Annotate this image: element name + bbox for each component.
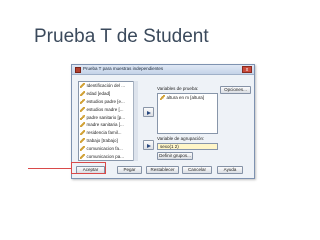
variable-label: madre sanitaria [... [86,122,124,128]
list-item[interactable]: padre sanitario [p... [79,113,137,121]
list-item[interactable]: trabajo [trabajo] [79,137,137,145]
variable-label: Identificación del ... [86,83,126,89]
ruler-scale-icon [160,95,165,100]
test-variables-label: Variables de prueba: [157,86,199,91]
ruler-scale-icon [80,137,85,143]
variable-label: residencia famil... [86,130,122,136]
variable-label: comunicacion fa... [86,145,123,151]
grouping-variable-field[interactable]: sexo(1 2) [157,143,218,150]
source-variable-list[interactable]: Identificación del ... edad [edad] estud… [78,81,138,161]
list-item[interactable]: estudios madre [... [79,105,137,113]
variable-label: estudios padre [e... [86,98,125,104]
list-item[interactable]: estudios padre [e... [79,98,137,106]
dialog-titlebar: Prueba T para muestras independientes x [72,65,254,75]
move-to-grouping-button[interactable] [143,140,154,150]
ruler-scale-icon [80,130,85,136]
close-icon[interactable]: x [242,66,252,73]
accept-highlight [71,162,106,174]
ruler-scale-icon [80,153,85,159]
test-variables-list[interactable]: altura en m [altura] [157,93,218,134]
slide-title: Prueba T de Student [34,26,209,47]
variable-label: comunicacion pa... [86,153,125,159]
callout-line [28,168,71,169]
move-to-test-button[interactable] [143,107,154,117]
ruler-scale-icon [80,98,85,104]
list-item[interactable]: edad [edad] [79,90,137,98]
list-item[interactable]: altura en m [altura] [158,94,217,101]
variable-label: trabajo [trabajo] [86,137,118,143]
variable-label: padre sanitario [p... [86,114,126,120]
app-icon [75,67,81,73]
list-item[interactable]: residencia famil... [79,129,137,137]
ruler-scale-icon [80,114,85,120]
ruler-scale-icon [80,106,85,112]
ruler-scale-icon [80,91,85,97]
list-item[interactable]: comunicacion pa... [79,152,137,160]
define-groups-button[interactable]: Definir grupos... [157,152,193,160]
dialog-title: Prueba T para muestras independientes [83,66,164,71]
ruler-scale-icon [80,122,85,128]
reset-button[interactable]: Restablecer [146,166,179,174]
source-list-scrollbar[interactable] [133,81,138,161]
variable-label: estudios madre [... [86,106,124,112]
ruler-scale-icon [80,83,85,89]
list-item[interactable]: comunicacion fa... [79,144,137,152]
variable-label: edad [edad] [86,91,111,97]
cancel-button[interactable]: Cancelar [182,166,212,174]
grouping-variable-label: Variable de agrupación: [157,136,205,141]
variable-label: altura en m [altura] [166,95,205,100]
paste-button[interactable]: Pegar [117,166,142,174]
list-item[interactable]: Identificación del ... [79,82,137,90]
options-button[interactable]: Opciones... [220,86,251,94]
list-item[interactable]: madre sanitaria [... [79,121,137,129]
ruler-scale-icon [80,145,85,151]
help-button[interactable]: Ayuda [217,166,243,174]
